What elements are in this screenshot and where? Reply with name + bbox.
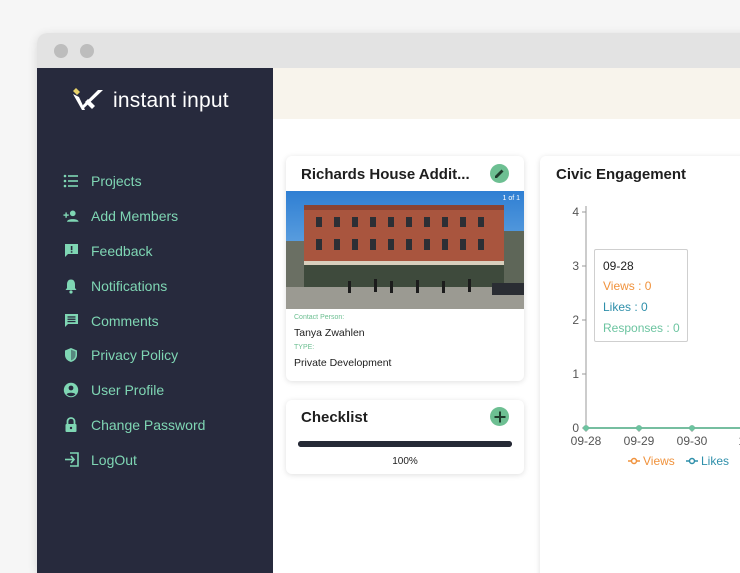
window-titlebar (37, 33, 740, 68)
list-icon (63, 173, 79, 189)
comment-icon (63, 313, 79, 329)
y-tick-label: 2 (572, 313, 579, 327)
chart-tooltip: 09-28 Views : 0 Likes : 0 Responses : 0 (594, 249, 688, 342)
tooltip-responses: Responses : 0 (603, 321, 680, 335)
logout-icon (63, 452, 79, 468)
legend-label: Views (643, 454, 675, 468)
dashboard-content: Richards House Addit... 1 of 1 Contact P… (273, 119, 740, 573)
building-photo-image (286, 191, 524, 309)
edit-project-button[interactable] (490, 164, 509, 183)
logo-mark-icon (73, 88, 103, 110)
engagement-line-chart[interactable]: 0123409-2809-2909-3010ViewsLikesResponse… (540, 196, 740, 526)
pencil-icon (495, 169, 504, 178)
user-circle-icon (63, 382, 79, 398)
data-point (636, 425, 642, 431)
window-minimize-dot[interactable] (80, 44, 94, 58)
sidebar-item-label: Feedback (91, 242, 153, 259)
project-card[interactable]: Richards House Addit... 1 of 1 Contact P… (286, 156, 524, 381)
civic-engagement-card: Civic Engagement 0123409-2809-2909-3010V… (540, 156, 740, 573)
checklist-card: Checklist 100% (286, 400, 524, 474)
sidebar-item-add-members[interactable]: Add Members (63, 199, 205, 234)
sidebar-item-label: Privacy Policy (91, 347, 179, 364)
sidebar-item-label: Comments (91, 312, 159, 329)
sidebar-item-label: User Profile (91, 382, 165, 399)
app-name: instant input (113, 89, 229, 112)
checklist-title: Checklist (301, 409, 368, 426)
data-point (583, 425, 589, 431)
tooltip-likes: Likes : 0 (603, 300, 648, 314)
tooltip-date: 09-28 (603, 259, 634, 273)
checklist-progress-bar (298, 441, 512, 447)
sidebar-item-comments[interactable]: Comments (63, 303, 205, 338)
sidebar-item-label: Notifications (91, 277, 168, 294)
sidebar-item-change-password[interactable]: Change Password (63, 408, 205, 443)
sidebar-item-label: Change Password (91, 416, 206, 433)
tooltip-views: Views : 0 (603, 279, 652, 293)
y-tick-label: 0 (572, 421, 579, 435)
x-tick-label: 09-30 (677, 434, 708, 448)
shield-icon (63, 347, 79, 363)
sidebar-item-notifications[interactable]: Notifications (63, 268, 205, 303)
sidebar: instant input Projects Add Members Feedb… (37, 68, 273, 573)
plus-icon (494, 411, 505, 422)
y-tick-label: 3 (572, 259, 579, 273)
sidebar-item-label: LogOut (91, 451, 137, 468)
project-title[interactable]: Richards House Addit... (301, 166, 470, 183)
chart-title: Civic Engagement (556, 166, 687, 183)
progress-percent: 100% (392, 456, 418, 467)
bell-icon (63, 278, 79, 294)
contact-value: Tanya Zwahlen (294, 327, 365, 339)
sidebar-item-projects[interactable]: Projects (63, 164, 205, 199)
contact-label: Contact Person: (294, 314, 345, 321)
project-photo[interactable]: 1 of 1 (286, 191, 524, 309)
legend-label: Likes (701, 454, 729, 468)
legend-marker-dot (630, 457, 638, 465)
sidebar-nav: Projects Add Members Feedback Notificati… (63, 164, 205, 477)
add-person-icon (63, 208, 79, 224)
add-checklist-button[interactable] (490, 407, 509, 426)
main-area: Richards House Addit... 1 of 1 Contact P… (273, 68, 740, 573)
app-logo[interactable]: instant input (71, 85, 229, 117)
sidebar-item-feedback[interactable]: Feedback (63, 234, 205, 269)
feedback-icon (63, 243, 79, 259)
sidebar-item-logout[interactable]: LogOut (63, 442, 205, 477)
type-value: Private Development (294, 357, 392, 369)
y-tick-label: 1 (572, 367, 579, 381)
lock-icon (63, 417, 79, 433)
progress-fill (298, 441, 512, 447)
type-label: TYPE: (294, 344, 315, 351)
sidebar-item-privacy-policy[interactable]: Privacy Policy (63, 338, 205, 373)
browser-window: instant input Projects Add Members Feedb… (37, 33, 740, 573)
sidebar-item-label: Add Members (91, 208, 179, 225)
window-close-dot[interactable] (54, 44, 68, 58)
sidebar-item-label: Projects (91, 173, 142, 190)
sidebar-item-user-profile[interactable]: User Profile (63, 373, 205, 408)
data-point (689, 425, 695, 431)
y-tick-label: 4 (572, 205, 579, 219)
photo-counter: 1 of 1 (502, 195, 520, 202)
top-bar (273, 68, 740, 119)
x-tick-label: 09-29 (624, 434, 655, 448)
legend-marker-dot (688, 457, 696, 465)
x-tick-label: 09-28 (571, 434, 602, 448)
